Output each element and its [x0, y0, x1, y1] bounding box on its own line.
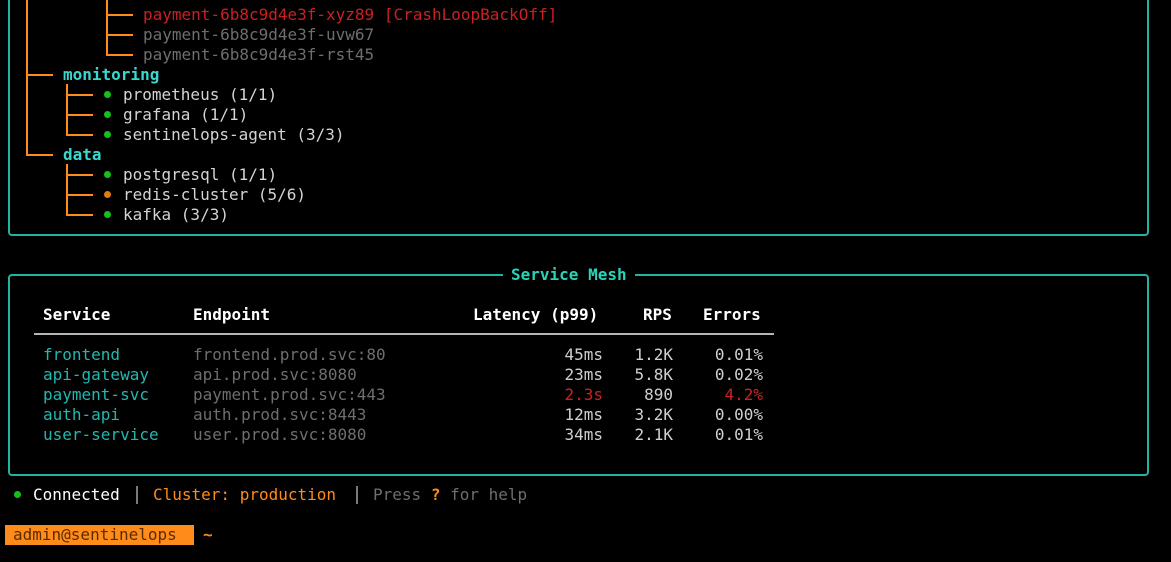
- table-row-rps: 1.2K: [634, 345, 673, 364]
- pod-status: [CrashLoopBackOff]: [383, 5, 558, 24]
- column-header-latency[interactable]: Latency (p99): [473, 305, 598, 325]
- tree-connector: [106, 14, 133, 16]
- table-row-rps: 2.1K: [634, 425, 673, 444]
- table-row-errors: 4.2%: [724, 385, 763, 404]
- help-key: ?: [430, 485, 441, 504]
- table-row-service[interactable]: auth-api: [43, 405, 120, 425]
- table-row-endpoint: auth.prod.svc:8443: [193, 405, 367, 424]
- tree-branch-line: [106, 0, 108, 55]
- tree-branch-line: [66, 164, 68, 215]
- namespace-data[interactable]: data: [63, 145, 102, 165]
- table-row-endpoint: user.prod.svc:8080: [193, 425, 367, 444]
- tree-connector: [66, 214, 93, 216]
- tree-connector: [66, 174, 93, 176]
- table-row-endpoint: api.prod.svc:8080: [193, 365, 357, 384]
- status-divider: [356, 486, 358, 504]
- connection-status-icon: [14, 491, 21, 498]
- help-suffix: for help: [450, 485, 528, 504]
- tree-trunk-line: [26, 0, 28, 155]
- pod-item[interactable]: payment-6b8c9d4e3f-xyz89 [CrashLoopBackO…: [143, 5, 557, 25]
- column-header-service[interactable]: Service: [43, 305, 110, 325]
- help-hint: Press ? for help: [373, 485, 527, 505]
- help-prefix: Press: [373, 485, 422, 504]
- namespace-monitoring[interactable]: monitoring: [63, 65, 159, 85]
- tree-connector: [106, 34, 133, 36]
- column-header-errors[interactable]: Errors: [703, 305, 761, 325]
- service-item[interactable]: grafana (1/1): [123, 105, 248, 125]
- service-item[interactable]: kafka (3/3): [123, 205, 229, 225]
- service-item[interactable]: sentinelops-agent (3/3): [123, 125, 345, 145]
- pod-item[interactable]: payment-6b8c9d4e3f-uvw67: [143, 25, 374, 45]
- tree-connector: [66, 94, 93, 96]
- tree-connector: [66, 194, 93, 196]
- tree-connector: [26, 154, 53, 156]
- health-dot-icon: [104, 131, 111, 138]
- table-row-service[interactable]: api-gateway: [43, 365, 149, 385]
- cluster-indicator[interactable]: Cluster: production: [153, 485, 336, 505]
- table-row-latency: 12ms: [564, 405, 603, 424]
- connection-status: Connected: [33, 485, 120, 504]
- tree-connector: [26, 74, 53, 76]
- service-item[interactable]: redis-cluster (5/6): [123, 185, 306, 205]
- tree-connector: [106, 54, 133, 56]
- pod-item[interactable]: payment-6b8c9d4e3f-rst45: [143, 45, 374, 65]
- table-row-rps: 5.8K: [634, 365, 673, 384]
- cluster-label: Cluster:: [153, 485, 231, 504]
- column-header-endpoint[interactable]: Endpoint: [193, 305, 270, 325]
- tree-connector: [66, 114, 93, 116]
- panel-title: Service Mesh: [503, 266, 635, 284]
- table-row-errors: 0.01%: [714, 345, 763, 364]
- health-dot-icon: [104, 211, 111, 218]
- table-row-endpoint: frontend.prod.svc:80: [193, 345, 386, 364]
- table-row-latency: 34ms: [564, 425, 603, 444]
- table-row-latency: 23ms: [564, 365, 603, 384]
- table-row-service[interactable]: frontend: [43, 345, 120, 365]
- column-header-rps[interactable]: RPS: [643, 305, 672, 325]
- table-row-rps: 3.2K: [634, 405, 673, 424]
- health-dot-icon: [104, 191, 111, 198]
- health-dot-icon: [104, 111, 111, 118]
- table-header-divider: [34, 333, 774, 335]
- service-item[interactable]: prometheus (1/1): [123, 85, 277, 105]
- table-row-service[interactable]: payment-svc: [43, 385, 149, 405]
- prompt-user-host: admin@sentinelops: [13, 525, 177, 544]
- table-row-errors: 0.02%: [714, 365, 763, 384]
- table-row-errors: 0.00%: [714, 405, 763, 424]
- health-dot-icon: [104, 91, 111, 98]
- table-row-errors: 0.01%: [714, 425, 763, 444]
- health-dot-icon: [104, 171, 111, 178]
- pod-name: payment-6b8c9d4e3f-xyz89: [143, 5, 375, 24]
- prompt-path[interactable]: ~: [203, 525, 213, 545]
- service-item[interactable]: postgresql (1/1): [123, 165, 277, 185]
- table-row-service[interactable]: user-service: [43, 425, 159, 445]
- tree-branch-line: [66, 84, 68, 135]
- cluster-value: production: [239, 485, 337, 504]
- tree-connector: [66, 134, 93, 136]
- table-row-rps: 890: [644, 385, 673, 404]
- table-row-latency: 45ms: [564, 345, 603, 364]
- table-row-endpoint: payment.prod.svc:443: [193, 385, 386, 404]
- table-row-latency: 2.3s: [564, 385, 603, 404]
- status-divider: [136, 486, 138, 504]
